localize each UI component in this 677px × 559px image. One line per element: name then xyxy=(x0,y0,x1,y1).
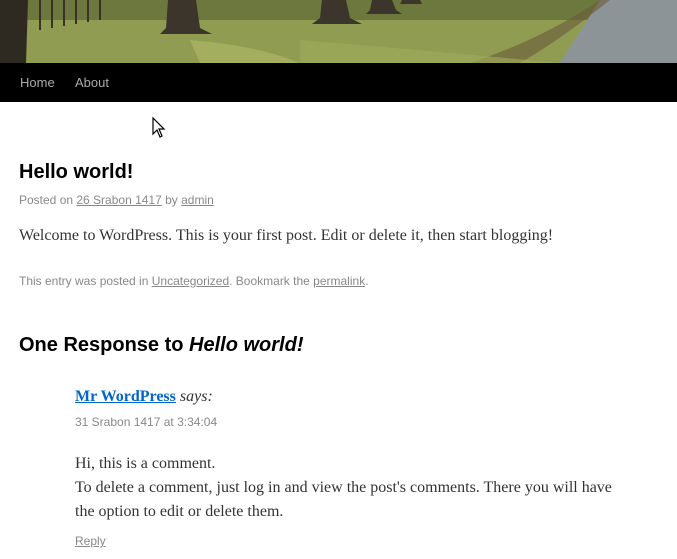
says-label: says: xyxy=(179,388,213,405)
post-date-link[interactable]: 26 Srabon 1417 xyxy=(76,193,161,207)
permalink-link[interactable]: permalink xyxy=(313,274,365,288)
category-link[interactable]: Uncategorized xyxy=(152,274,229,288)
nav-about-link[interactable]: About xyxy=(75,63,109,102)
utility-period: . xyxy=(365,274,369,288)
comments-title-prefix: One Response to xyxy=(19,334,190,356)
post-title[interactable]: Hello world! xyxy=(19,161,133,184)
post-author-link[interactable]: admin xyxy=(181,193,214,207)
mouse-cursor-icon xyxy=(152,117,166,138)
comment-line-2: To delete a comment, just log in and vie… xyxy=(75,479,612,520)
by-label: by xyxy=(161,193,182,207)
header-trees-picture xyxy=(0,0,677,63)
comment-author: Mr WordPress says: xyxy=(75,388,213,406)
comment-line-1: Hi, this is a comment. xyxy=(75,455,216,472)
main-navigation: Home About xyxy=(0,63,677,102)
bookmark-label: . Bookmark the xyxy=(229,274,314,288)
reply-link[interactable]: Reply xyxy=(75,534,106,548)
header-image xyxy=(0,0,677,63)
comment-body: Hi, this is a comment. To delete a comme… xyxy=(75,452,635,524)
comment-author-link[interactable]: Mr WordPress xyxy=(75,388,176,405)
post-meta: Posted on 26 Srabon 1417 by admin xyxy=(19,193,214,207)
post-content: Welcome to WordPress. This is your first… xyxy=(19,227,554,244)
nav-home-link[interactable]: Home xyxy=(20,63,55,102)
posted-in-label: This entry was posted in xyxy=(19,274,152,288)
comment-date[interactable]: 31 Srabon 1417 at 3:34:04 xyxy=(75,415,217,429)
comments-title: One Response to Hello world! xyxy=(19,334,303,357)
comments-title-post: Hello world! xyxy=(189,334,304,356)
posted-on-label: Posted on xyxy=(19,193,77,207)
post-utility: This entry was posted in Uncategorized. … xyxy=(19,274,369,288)
